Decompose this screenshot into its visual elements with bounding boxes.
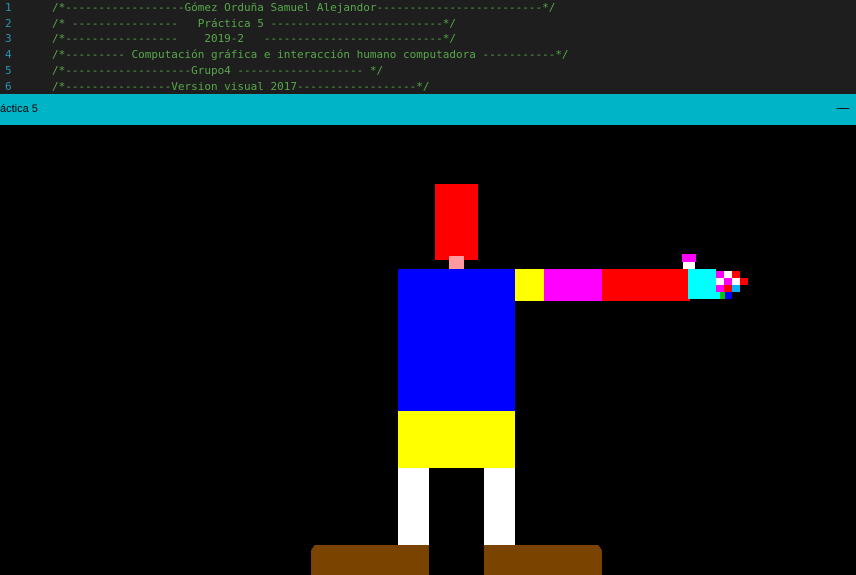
hat: [435, 184, 478, 260]
right-leg: [484, 468, 515, 553]
line-number: 5: [5, 64, 12, 77]
finger-segment: [716, 278, 724, 285]
forearm: [602, 269, 690, 301]
torso: [398, 269, 515, 411]
code-comment: /*-------------------Grupo4 ------------…: [52, 64, 384, 77]
code-comment: /*----------------- 2019-2 -------------…: [52, 32, 456, 45]
code-line: 6 /*----------------Version visual 2017-…: [0, 79, 856, 95]
line-number: 3: [5, 32, 12, 45]
code-line: 3 /*----------------- 2019-2 -----------…: [0, 31, 856, 47]
finger-segment: [716, 285, 724, 292]
code-comment: /*--------- Computación gráfica e intera…: [52, 48, 569, 61]
finger-segment: [732, 278, 740, 285]
line-number: 1: [5, 1, 12, 14]
code-editor: 1 /*------------------Gómez Orduña Samue…: [0, 0, 856, 94]
line-number: 6: [5, 80, 12, 93]
finger-segment: [720, 292, 725, 299]
finger-segment: [732, 271, 740, 278]
upper-arm: [544, 269, 602, 301]
wrist: [688, 269, 716, 299]
right-foot: [484, 545, 602, 575]
finger-segment: [724, 292, 732, 299]
finger-segment: [724, 278, 732, 285]
line-number: 4: [5, 48, 12, 61]
finger-segment: [724, 285, 732, 292]
finger-segment: [740, 278, 748, 285]
opengl-viewport[interactable]: [0, 125, 856, 575]
finger-segment: [716, 271, 724, 278]
skirt: [398, 411, 515, 468]
left-foot: [311, 545, 429, 575]
window-title: áctica 5: [0, 103, 38, 115]
shoulder: [515, 269, 544, 301]
code-line: 4 /*--------- Computación gráfica e inte…: [0, 47, 856, 63]
code-line: 2 /* ---------------- Práctica 5 -------…: [0, 16, 856, 32]
code-comment: /*----------------Version visual 2017---…: [52, 80, 430, 93]
left-leg: [398, 468, 429, 553]
code-line: 1 /*------------------Gómez Orduña Samue…: [0, 0, 856, 16]
minimize-button[interactable]: —: [830, 94, 856, 125]
finger-segment: [724, 271, 732, 278]
neck: [449, 256, 464, 269]
thumb-base: [683, 262, 695, 269]
code-line: 5 /*-------------------Grupo4 ----------…: [0, 63, 856, 79]
line-number: 2: [5, 17, 12, 30]
window-titlebar[interactable]: áctica 5 —: [0, 94, 856, 125]
finger-segment: [732, 285, 740, 292]
code-comment: /* ---------------- Práctica 5 ---------…: [52, 17, 456, 30]
thumb-tip: [682, 254, 696, 262]
code-comment: /*------------------Gómez Orduña Samuel …: [52, 1, 556, 14]
